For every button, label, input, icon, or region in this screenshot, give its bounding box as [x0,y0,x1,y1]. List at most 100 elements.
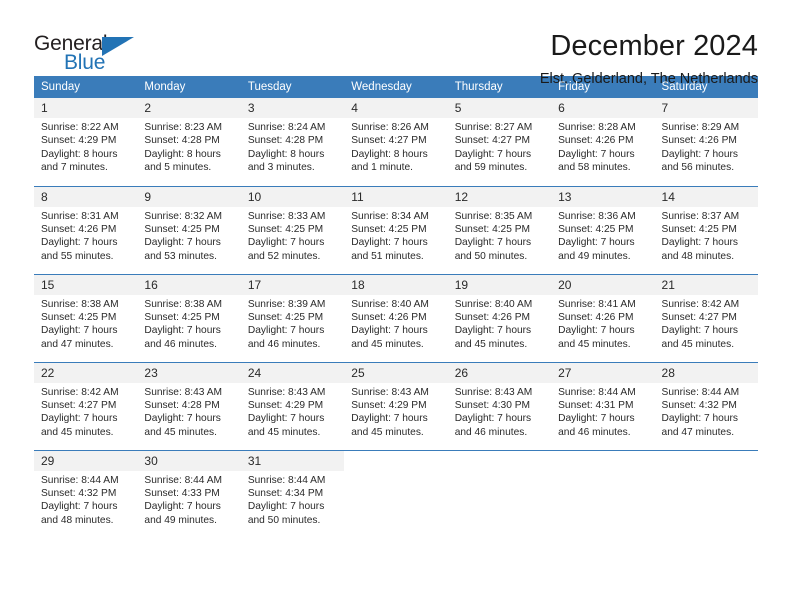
calendar-day-cell[interactable]: 16 Sunrise: 8:38 AM Sunset: 4:25 PM Dayligh… [137,273,241,362]
day-detail-line: and 46 minutes. [144,338,217,350]
day-detail-line: and 59 minutes. [454,162,528,174]
calendar-day-cell[interactable]: 21 Sunrise: 8:42 AM Sunset: 4:27 PM Dayligh… [654,273,758,362]
day-details: Sunrise: 8:43 AM Sunset: 4:30 PM Daylight:… [448,383,551,440]
day-detail-line: Sunset: 4:30 PM [454,399,531,411]
day-detail-line: Daylight: 7 hours [144,413,221,425]
day-detail-line: and 52 minutes. [247,250,321,262]
calendar-day-cell[interactable]: 31 Sunrise: 8:44 AM Sunset: 4:34 PM Dayligh… [240,449,345,538]
weekday-header-cell: Tuesday [240,76,345,98]
calendar-day-cell[interactable]: 22 Sunrise: 8:42 AM Sunset: 4:27 PM Dayligh… [34,361,138,450]
day-detail-line: and 45 minutes. [351,426,424,438]
generalblue-logo[interactable]: General Blue [34,30,184,82]
day-detail-line: and 53 minutes. [144,250,217,262]
day-number: 30 [137,450,241,471]
calendar-day-cell[interactable]: 4 Sunrise: 8:26 AM Sunset: 4:27 PM Daylight… [344,98,448,186]
calendar-day-cell[interactable]: 10 Sunrise: 8:33 AM Sunset: 4:25 PM Dayligh… [240,185,345,274]
calendar-day-cell[interactable]: 15 Sunrise: 8:38 AM Sunset: 4:25 PM Dayligh… [34,273,138,362]
day-details: Sunrise: 8:33 AM Sunset: 4:25 PM Daylight:… [241,207,344,264]
day-details: Sunrise: 8:35 AM Sunset: 4:25 PM Daylight:… [448,207,551,264]
day-detail-line: Sunset: 4:26 PM [558,311,634,323]
calendar-day-cell[interactable]: 5 Sunrise: 8:27 AM Sunset: 4:27 PM Daylight… [447,98,552,186]
day-details: Sunrise: 8:43 AM Sunset: 4:28 PM Daylight:… [137,383,240,440]
day-detail-line: and 46 minutes. [247,338,321,350]
calendar-day-cell[interactable]: 30 Sunrise: 8:44 AM Sunset: 4:33 PM Dayligh… [137,449,241,538]
day-detail-line: Sunset: 4:29 PM [247,399,324,411]
day-detail-line: Sunrise: 8:29 AM [661,122,740,133]
calendar-day-cell-empty [551,449,655,538]
day-detail-line: Daylight: 7 hours [351,325,428,337]
day-detail-line: Sunset: 4:31 PM [558,399,634,411]
day-number: 8 [34,186,138,207]
calendar-day-cell[interactable]: 28 Sunrise: 8:44 AM Sunset: 4:32 PM Dayligh… [654,361,758,450]
day-detail-line: and 45 minutes. [144,426,217,438]
day-number: 25 [344,362,448,383]
day-detail-line: Sunrise: 8:36 AM [558,210,636,222]
day-detail-line: Sunrise: 8:22 AM [41,122,119,133]
calendar-day-cell[interactable]: 18 Sunrise: 8:40 AM Sunset: 4:26 PM Dayligh… [344,273,448,362]
calendar-day-cell[interactable]: 8 Sunrise: 8:31 AM Sunset: 4:26 PM Daylight… [34,185,138,274]
day-number: 24 [240,362,345,383]
weekday-header-cell: Wednesday [344,76,448,98]
day-number: 20 [551,274,655,295]
day-number: 5 [447,98,552,118]
calendar-day-cell[interactable]: 14 Sunrise: 8:37 AM Sunset: 4:25 PM Dayligh… [654,185,758,274]
day-detail-line: Sunset: 4:25 PM [661,223,737,235]
day-detail-line: Daylight: 7 hours [661,413,738,425]
day-detail-line: Sunrise: 8:32 AM [144,210,223,222]
month-calendar: Sunday Monday Tuesday Wednesday Thursday Frid… [34,76,758,538]
calendar-day-cell[interactable]: 12 Sunrise: 8:35 AM Sunset: 4:25 PM Dayligh… [447,185,552,274]
calendar-day-cell[interactable]: 26 Sunrise: 8:43 AM Sunset: 4:30 PM Dayligh… [447,361,552,450]
calendar-day-cell[interactable]: 7 Sunrise: 8:29 AM Sunset: 4:26 PM Daylight… [654,98,758,186]
day-detail-line: Daylight: 7 hours [247,501,325,513]
calendar-page: General Blue December 2024 Elst, Gelderl… [0,0,792,612]
calendar-day-cell[interactable]: 23 Sunrise: 8:43 AM Sunset: 4:28 PM Dayligh… [137,361,241,450]
day-details: Sunrise: 8:38 AM Sunset: 4:25 PM Daylight:… [137,295,240,352]
calendar-day-cell[interactable]: 3 Sunrise: 8:24 AM Sunset: 4:28 PM Daylight… [240,98,345,186]
day-number: 16 [137,274,241,295]
day-number: 15 [34,274,138,295]
day-detail-line: Daylight: 7 hours [41,325,118,337]
calendar-day-cell[interactable]: 27 Sunrise: 8:44 AM Sunset: 4:31 PM Dayligh… [551,361,655,450]
day-detail-line: and 45 minutes. [558,338,631,350]
day-details: Sunrise: 8:34 AM Sunset: 4:25 PM Daylight:… [344,207,447,264]
calendar-day-cell[interactable]: 19 Sunrise: 8:40 AM Sunset: 4:26 PM Dayligh… [447,273,552,362]
day-detail-line: Daylight: 7 hours [661,148,738,160]
calendar-day-cell[interactable]: 25 Sunrise: 8:43 AM Sunset: 4:29 PM Dayligh… [344,361,448,450]
calendar-day-cell[interactable]: 9 Sunrise: 8:32 AM Sunset: 4:25 PM Daylight… [137,185,241,274]
calendar-day-cell[interactable]: 2 Sunrise: 8:23 AM Sunset: 4:28 PM Daylight… [137,98,241,186]
day-details: Sunrise: 8:44 AM Sunset: 4:32 PM Daylight:… [655,383,758,440]
logo-triangle-icon [102,37,134,56]
day-detail-line: and 45 minutes. [41,426,114,438]
day-detail-line: Daylight: 8 hours [247,148,325,160]
day-detail-line: Sunrise: 8:27 AM [454,122,533,133]
day-detail-line: Daylight: 7 hours [454,325,532,337]
day-detail-line: Daylight: 7 hours [41,413,118,425]
calendar-week-row: 8 Sunrise: 8:31 AM Sunset: 4:26 PM Daylight… [34,185,758,274]
day-details: Sunrise: 8:37 AM Sunset: 4:25 PM Daylight:… [655,207,758,264]
day-number: 28 [654,362,758,383]
calendar-day-cell[interactable]: 1 Sunrise: 8:22 AM Sunset: 4:29 PM Daylight… [34,98,138,186]
day-number: 2 [137,98,241,118]
calendar-day-cell[interactable]: 24 Sunrise: 8:43 AM Sunset: 4:29 PM Dayligh… [240,361,345,450]
day-detail-line: Sunrise: 8:41 AM [558,298,636,310]
day-number: 6 [551,98,655,118]
day-detail-line: Sunset: 4:25 PM [351,223,427,235]
day-detail-line: Sunrise: 8:43 AM [247,386,326,398]
calendar-day-cell[interactable]: 29 Sunrise: 8:44 AM Sunset: 4:32 PM Dayligh… [34,449,138,538]
day-number [447,450,552,471]
calendar-day-cell[interactable]: 20 Sunrise: 8:41 AM Sunset: 4:26 PM Dayligh… [551,273,655,362]
day-detail-line: Sunrise: 8:31 AM [41,210,119,222]
day-details: Sunrise: 8:26 AM Sunset: 4:27 PM Daylight:… [344,118,447,175]
day-details [448,471,551,474]
calendar-day-cell[interactable]: 13 Sunrise: 8:36 AM Sunset: 4:25 PM Dayligh… [551,185,655,274]
day-detail-line: Daylight: 7 hours [661,237,738,249]
calendar-week-row: 15 Sunrise: 8:38 AM Sunset: 4:25 PM Dayligh… [34,273,758,362]
day-details: Sunrise: 8:43 AM Sunset: 4:29 PM Daylight:… [241,383,344,440]
calendar-day-cell[interactable]: 11 Sunrise: 8:34 AM Sunset: 4:25 PM Dayligh… [344,185,448,274]
day-number: 21 [654,274,758,295]
day-detail-line: Sunrise: 8:44 AM [558,386,636,398]
day-number: 19 [447,274,552,295]
calendar-day-cell[interactable]: 17 Sunrise: 8:39 AM Sunset: 4:25 PM Dayligh… [240,273,345,362]
day-detail-line: Sunset: 4:25 PM [144,311,220,323]
calendar-day-cell[interactable]: 6 Sunrise: 8:28 AM Sunset: 4:26 PM Daylight… [551,98,655,186]
